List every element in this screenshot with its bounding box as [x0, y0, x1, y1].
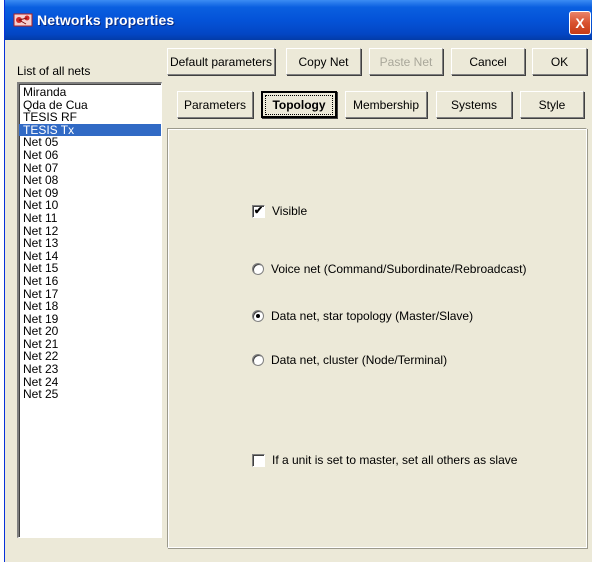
voice-net-radio-row[interactable]: Voice net (Command/Subordinate/Rebroadca… — [252, 262, 526, 276]
window-title: Networks properties — [37, 12, 175, 28]
tab-topology-label: Topology — [265, 94, 333, 115]
list-item[interactable]: Net 06 — [19, 149, 161, 162]
master-slave-label: If a unit is set to master, set all othe… — [272, 453, 518, 467]
master-slave-checkbox[interactable] — [252, 453, 265, 467]
tab-systems-label: Systems — [450, 97, 497, 112]
tab-membership[interactable]: Membership — [345, 91, 427, 118]
list-item[interactable]: Net 16 — [19, 275, 161, 288]
tab-systems[interactable]: Systems — [436, 91, 512, 118]
close-icon: X — [575, 15, 585, 31]
close-button[interactable]: X — [569, 11, 591, 35]
net-list-label: List of all nets — [17, 64, 91, 78]
list-item[interactable]: TESIS RF — [19, 111, 161, 124]
visible-checkbox[interactable]: ✔ — [252, 204, 265, 218]
ok-button[interactable]: OK — [532, 48, 587, 75]
visible-checkbox-row[interactable]: ✔ Visible — [252, 204, 307, 218]
cluster-label: Data net, cluster (Node/Terminal) — [271, 353, 448, 367]
tab-topology[interactable]: Topology — [261, 91, 337, 118]
network-icon — [13, 13, 33, 27]
visible-label: Visible — [272, 204, 308, 218]
tab-parameters-label: Parameters — [183, 97, 247, 112]
tab-style-label: Style — [538, 97, 566, 112]
tab-parameters[interactable]: Parameters — [177, 91, 253, 118]
copy-net-button[interactable]: Copy Net — [286, 48, 361, 75]
default-parameters-label: Default parameters — [169, 54, 273, 69]
cancel-button[interactable]: Cancel — [451, 48, 525, 75]
tab-membership-label: Membership — [352, 97, 420, 112]
paste-net-button[interactable]: Paste Net — [369, 48, 443, 75]
list-item[interactable]: Net 18 — [19, 300, 161, 313]
cluster-radio[interactable] — [252, 354, 264, 366]
list-item[interactable]: Net 25 — [19, 388, 161, 401]
list-item[interactable]: Net 23 — [19, 363, 161, 376]
cancel-label: Cancel — [469, 54, 507, 69]
voice-net-label: Voice net (Command/Subordinate/Rebroadca… — [271, 262, 527, 276]
star-topology-radio[interactable] — [252, 310, 264, 322]
list-item[interactable]: Net 20 — [19, 325, 161, 338]
list-item[interactable]: Net 13 — [19, 237, 161, 250]
list-item[interactable]: Net 08 — [19, 174, 161, 187]
topology-panel — [167, 128, 587, 548]
list-item[interactable]: Net 11 — [19, 212, 161, 225]
cluster-radio-row[interactable]: Data net, cluster (Node/Terminal) — [252, 353, 447, 367]
copy-net-label: Copy Net — [298, 54, 349, 69]
title-bar[interactable]: Networks properties X — [5, 0, 592, 40]
networks-properties-window: Networks properties X List of all nets M… — [4, 0, 592, 562]
star-topology-radio-row[interactable]: Data net, star topology (Master/Slave) — [252, 309, 473, 323]
voice-net-radio[interactable] — [252, 263, 264, 275]
tab-style[interactable]: Style — [520, 91, 584, 118]
paste-net-label: Paste Net — [379, 54, 433, 69]
ok-label: OK — [550, 54, 569, 69]
default-parameters-button[interactable]: Default parameters — [167, 48, 275, 75]
star-topology-label: Data net, star topology (Master/Slave) — [271, 309, 474, 323]
master-slave-checkbox-row[interactable]: If a unit is set to master, set all othe… — [252, 453, 517, 467]
list-item[interactable]: Miranda — [19, 86, 161, 99]
net-list[interactable]: Miranda Qda de Cua TESIS RF TESIS Tx Net 05 N… — [17, 82, 162, 538]
